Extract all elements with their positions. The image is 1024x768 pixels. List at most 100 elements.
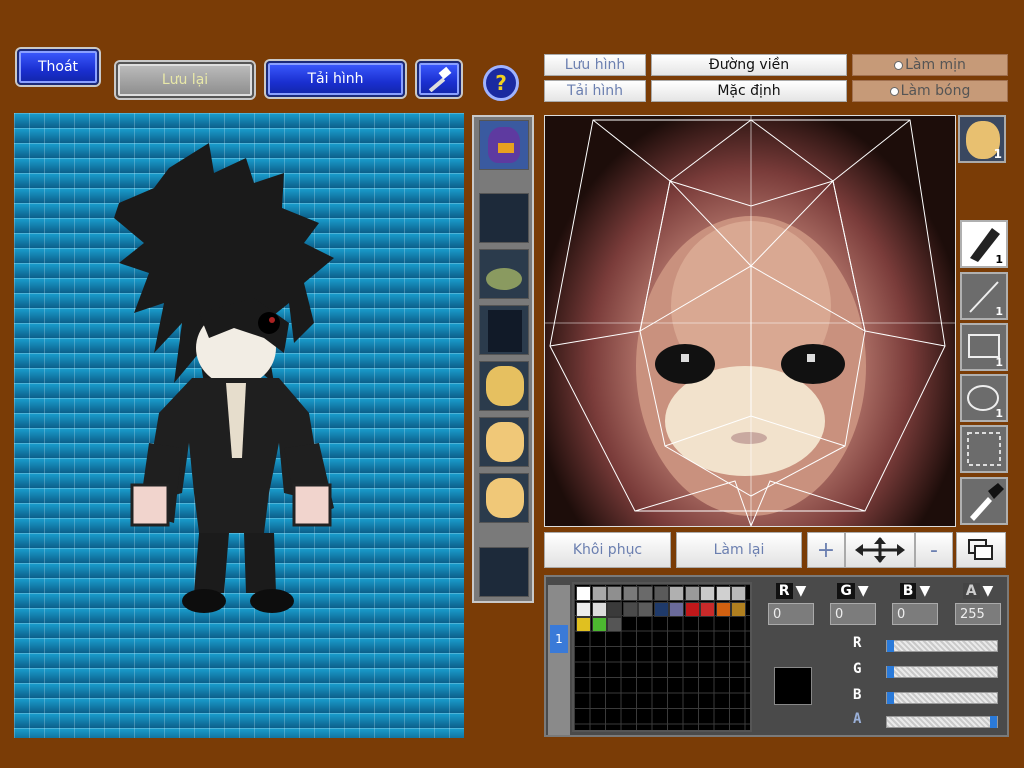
zoom-out-button[interactable]: - xyxy=(915,532,953,568)
palette-swatch[interactable] xyxy=(715,586,731,601)
layers-button[interactable] xyxy=(956,532,1006,568)
a-slider[interactable] xyxy=(886,716,998,728)
drawing-canvas[interactable] xyxy=(544,115,956,527)
face-texture xyxy=(545,116,955,526)
g-value-field[interactable]: 0 xyxy=(830,603,876,625)
b-channel-header[interactable]: B ▼ xyxy=(892,583,938,599)
pen-count: 1 xyxy=(995,253,1003,266)
a-slider-thumb[interactable] xyxy=(990,716,997,728)
palette-swatch[interactable] xyxy=(607,586,622,601)
palette-swatch[interactable] xyxy=(576,586,591,601)
palette-swatch[interactable] xyxy=(622,586,638,601)
part-slot-face-2[interactable] xyxy=(479,417,529,467)
restore-button[interactable]: Khôi phục xyxy=(544,532,671,568)
palette-swatch[interactable] xyxy=(622,601,638,617)
r-value-field[interactable]: 0 xyxy=(768,603,814,625)
smooth-radio[interactable] xyxy=(894,60,904,70)
palette-tab-1[interactable]: 1 xyxy=(550,625,568,653)
a-value-field[interactable]: 255 xyxy=(955,603,1001,625)
palette-swatch[interactable] xyxy=(638,586,653,601)
g-slider-thumb[interactable] xyxy=(887,666,894,678)
palette-swatch[interactable] xyxy=(591,601,607,617)
palette-tab-strip: 1 xyxy=(548,585,570,735)
current-color-swatch[interactable] xyxy=(774,667,812,705)
chevron-down-icon: ▼ xyxy=(919,583,931,599)
palette-swatch[interactable] xyxy=(669,586,684,601)
palette-swatch[interactable] xyxy=(607,601,622,617)
palette-swatch[interactable] xyxy=(715,601,731,617)
palette-swatch[interactable] xyxy=(591,586,607,601)
part-slot-outfit[interactable] xyxy=(479,305,529,355)
hammer-icon xyxy=(428,66,452,92)
eyedropper-tool[interactable] xyxy=(960,477,1008,525)
zoom-in-button[interactable]: + xyxy=(807,532,845,568)
face-thumbnail[interactable]: 1 xyxy=(958,115,1006,163)
load-image-button[interactable]: Tải hình xyxy=(544,80,646,102)
g-slider-label: G xyxy=(853,661,862,677)
select-tool[interactable] xyxy=(960,425,1008,473)
b-slider[interactable] xyxy=(886,692,998,704)
palette-grid[interactable] xyxy=(572,582,752,732)
pen-tool[interactable]: 1 xyxy=(960,220,1008,268)
character-figure xyxy=(114,143,334,613)
b-value-field[interactable]: 0 xyxy=(892,603,938,625)
part-slot-pet[interactable] xyxy=(479,120,529,170)
palette-swatch[interactable] xyxy=(700,601,715,617)
outline-button[interactable]: Đường viền xyxy=(651,54,847,76)
palette-swatch[interactable] xyxy=(591,617,607,632)
chevron-down-icon: ▼ xyxy=(857,583,869,599)
rectangle-count: 1 xyxy=(995,356,1003,369)
help-button[interactable]: ? xyxy=(483,65,519,101)
smooth-label: Làm mịn xyxy=(905,57,966,73)
a-header-label: A xyxy=(962,583,980,599)
part-slot-hat[interactable] xyxy=(479,249,529,299)
line-count: 1 xyxy=(995,305,1003,318)
rectangle-tool[interactable]: 1 xyxy=(960,323,1008,371)
exit-button[interactable]: Thoát xyxy=(17,49,99,85)
load-button[interactable]: Tải hình xyxy=(266,61,405,97)
shade-radio[interactable] xyxy=(889,86,899,96)
b-slider-label: B xyxy=(853,687,862,703)
palette-swatch[interactable] xyxy=(653,601,669,617)
face-badge: 1 xyxy=(993,147,1002,161)
palette-swatch[interactable] xyxy=(607,617,622,632)
save-button[interactable]: Lưu lại xyxy=(116,62,254,98)
palette-swatch[interactable] xyxy=(731,601,746,617)
part-slot-face-1[interactable] xyxy=(479,361,529,411)
selection-icon xyxy=(967,432,1001,466)
g-slider[interactable] xyxy=(886,666,998,678)
r-slider-thumb[interactable] xyxy=(887,640,894,652)
palette-swatch[interactable] xyxy=(684,586,700,601)
move-button[interactable] xyxy=(845,532,915,568)
eyedropper-icon xyxy=(970,483,1004,521)
palette-swatch[interactable] xyxy=(576,601,591,617)
part-slot-face-3[interactable] xyxy=(479,473,529,523)
palette-swatch[interactable] xyxy=(669,601,684,617)
hammer-button[interactable] xyxy=(417,61,461,97)
palette-swatch[interactable] xyxy=(653,586,669,601)
b-slider-thumb[interactable] xyxy=(887,692,894,704)
default-button[interactable]: Mặc định xyxy=(651,80,847,102)
part-selector xyxy=(472,115,534,603)
redo-button[interactable]: Làm lại xyxy=(676,532,802,568)
smooth-option[interactable]: Làm mịn xyxy=(852,54,1008,76)
r-channel-header[interactable]: R ▼ xyxy=(768,583,814,599)
r-header-label: R xyxy=(775,583,793,599)
g-header-label: G xyxy=(837,583,855,599)
save-image-button[interactable]: Lưu hình xyxy=(544,54,646,76)
part-slot-empty-2[interactable] xyxy=(479,547,529,597)
part-slot-empty-1[interactable] xyxy=(479,193,529,243)
g-channel-header[interactable]: G ▼ xyxy=(830,583,876,599)
palette-swatch[interactable] xyxy=(684,601,700,617)
ellipse-tool[interactable]: 1 xyxy=(960,374,1008,422)
palette-swatch[interactable] xyxy=(731,586,746,601)
ellipse-count: 1 xyxy=(995,407,1003,420)
a-channel-header[interactable]: A ▼ xyxy=(955,583,1001,599)
palette-swatch[interactable] xyxy=(638,601,653,617)
palette-swatch[interactable] xyxy=(700,586,715,601)
palette-swatch[interactable] xyxy=(576,617,591,632)
line-tool[interactable]: 1 xyxy=(960,272,1008,320)
r-slider[interactable] xyxy=(886,640,998,652)
chevron-down-icon: ▼ xyxy=(795,583,807,599)
shade-option[interactable]: Làm bóng xyxy=(852,80,1008,102)
